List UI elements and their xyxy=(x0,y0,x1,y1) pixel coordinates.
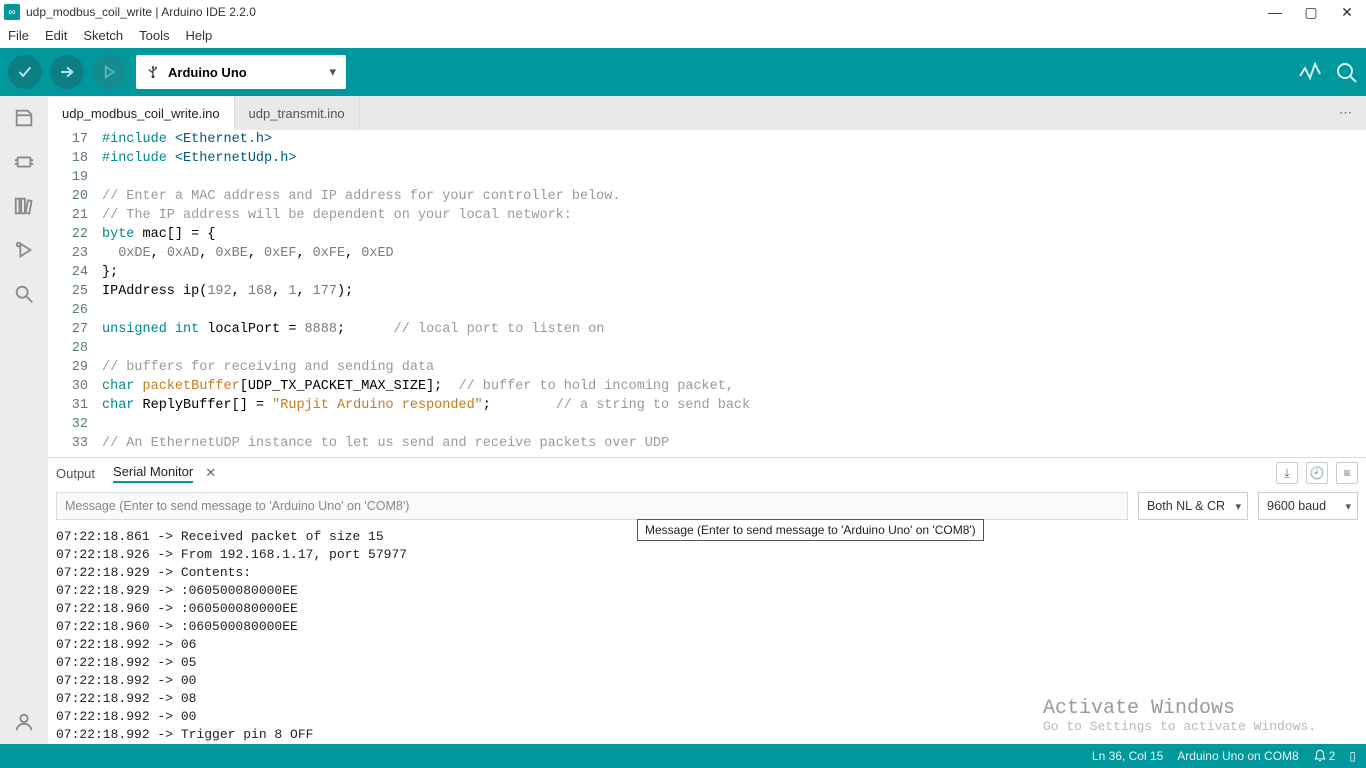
menu-bar: File Edit Sketch Tools Help xyxy=(0,24,1366,48)
verify-button[interactable] xyxy=(8,55,42,89)
status-bar: Ln 36, Col 15 Arduino Uno on COM8 2 ▯ xyxy=(0,744,1366,768)
app-logo-icon: ∞ xyxy=(4,4,20,20)
serial-message-placeholder: Message (Enter to send message to 'Ardui… xyxy=(65,499,409,513)
toggle-autoscroll-button[interactable]: ⤓ xyxy=(1276,462,1298,484)
boards-manager-icon[interactable] xyxy=(12,150,36,174)
clear-output-button[interactable]: ≡ xyxy=(1336,462,1358,484)
cursor-position: Ln 36, Col 15 xyxy=(1092,749,1163,763)
search-icon[interactable] xyxy=(12,282,36,306)
serial-monitor-tab[interactable]: Serial Monitor xyxy=(113,464,193,483)
debug-button[interactable] xyxy=(92,55,126,89)
menu-edit[interactable]: Edit xyxy=(45,28,67,43)
board-port-status[interactable]: Arduino Uno on COM8 xyxy=(1177,749,1298,763)
input-tooltip: Message (Enter to send message to 'Ardui… xyxy=(637,519,984,541)
serial-line: 07:22:18.929 -> Contents: xyxy=(56,564,1358,582)
output-tab[interactable]: Output xyxy=(56,466,95,481)
chevron-down-icon: ▾ xyxy=(329,64,336,80)
close-panel-tab-icon[interactable]: ✕ xyxy=(205,465,216,481)
windows-activation-watermark: Activate Windows Go to Settings to activ… xyxy=(1043,700,1316,736)
serial-monitor-icon[interactable] xyxy=(1334,60,1358,84)
menu-tools[interactable]: Tools xyxy=(139,28,169,43)
toggle-timestamp-button[interactable]: 🕘 xyxy=(1306,462,1328,484)
serial-line: 07:22:18.992 -> 06 xyxy=(56,636,1358,654)
editor-tab[interactable]: udp_modbus_coil_write.ino xyxy=(48,96,235,130)
editor-tab[interactable]: udp_transmit.ino xyxy=(235,96,360,130)
code-editor[interactable]: 17#include <Ethernet.h>18#include <Ether… xyxy=(48,130,1366,457)
usb-icon xyxy=(146,65,160,79)
left-sidebar xyxy=(0,96,48,744)
line-ending-select[interactable]: Both NL & CR xyxy=(1138,492,1248,520)
close-panel-icon[interactable]: ▯ xyxy=(1349,749,1356,763)
window-maximize-button[interactable]: ▢ xyxy=(1304,5,1318,19)
serial-line: 07:22:18.992 -> 00 xyxy=(56,672,1358,690)
editor-tabs: udp_modbus_coil_write.inoudp_transmit.in… xyxy=(48,96,1366,130)
serial-line: 07:22:18.992 -> 05 xyxy=(56,654,1358,672)
watermark-title: Activate Windows xyxy=(1043,700,1316,718)
window-titlebar: ∞ udp_modbus_coil_write | Arduino IDE 2.… xyxy=(0,0,1366,24)
notifications-button[interactable]: 2 xyxy=(1313,749,1336,763)
tabs-overflow-button[interactable]: ⋯ xyxy=(1325,96,1366,130)
serial-line: 07:22:18.960 -> :060500080000EE xyxy=(56,600,1358,618)
serial-line: 07:22:18.926 -> From 192.168.1.17, port … xyxy=(56,546,1358,564)
serial-line: 07:22:18.960 -> :060500080000EE xyxy=(56,618,1358,636)
menu-file[interactable]: File xyxy=(8,28,29,43)
menu-sketch[interactable]: Sketch xyxy=(83,28,123,43)
serial-output[interactable]: 07:22:18.861 -> Received packet of size … xyxy=(48,526,1366,744)
account-icon[interactable] xyxy=(12,710,36,734)
baud-rate-select[interactable]: 9600 baud xyxy=(1258,492,1358,520)
upload-button[interactable] xyxy=(50,55,84,89)
menu-help[interactable]: Help xyxy=(185,28,212,43)
window-minimize-button[interactable]: — xyxy=(1268,5,1282,19)
window-close-button[interactable]: ✕ xyxy=(1340,5,1354,19)
library-manager-icon[interactable] xyxy=(12,194,36,218)
watermark-sub: Go to Settings to activate Windows. xyxy=(1043,718,1316,736)
serial-message-input[interactable]: Message (Enter to send message to 'Ardui… xyxy=(56,492,1128,520)
serial-plotter-icon[interactable] xyxy=(1298,60,1322,84)
debug-sidebar-icon[interactable] xyxy=(12,238,36,262)
serial-line: 07:22:18.929 -> :060500080000EE xyxy=(56,582,1358,600)
board-name: Arduino Uno xyxy=(168,65,247,80)
window-title: udp_modbus_coil_write | Arduino IDE 2.2.… xyxy=(26,5,1268,19)
bottom-panel: Output Serial Monitor ✕ ⤓ 🕘 ≡ Message (E… xyxy=(48,457,1366,744)
notification-count: 2 xyxy=(1329,749,1336,763)
toolbar: Arduino Uno ▾ xyxy=(0,48,1366,96)
sketchbook-icon[interactable] xyxy=(12,106,36,130)
board-selector[interactable]: Arduino Uno ▾ xyxy=(136,55,346,89)
